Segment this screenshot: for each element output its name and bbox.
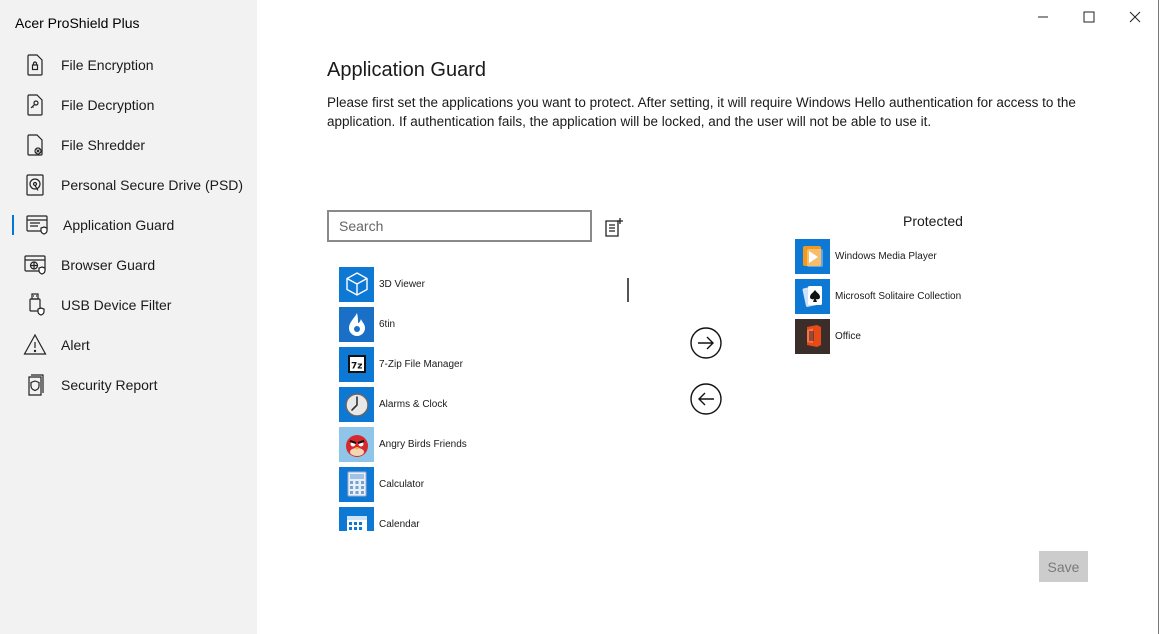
list-item[interactable]: Calculator xyxy=(339,464,599,504)
sidebar-item-label: File Shredder xyxy=(61,137,146,153)
list-item[interactable]: Angry Birds Friends xyxy=(339,424,599,464)
sidebar-item-label: Personal Secure Drive (PSD) xyxy=(61,177,244,193)
usb-icon xyxy=(22,292,48,318)
svg-text:7z: 7z xyxy=(351,362,363,372)
sidebar: Acer ProShield Plus File Encryption File… xyxy=(0,0,257,634)
save-button[interactable]: Save xyxy=(1039,551,1088,582)
calendar-icon xyxy=(339,506,374,531)
protected-list-item[interactable]: Microsoft Solitaire Collection xyxy=(795,276,1095,316)
protected-list: Windows Media Player Microsoft Solitaire… xyxy=(795,236,1095,356)
office-icon xyxy=(795,318,830,354)
app-list-scrollbar[interactable] xyxy=(627,278,629,302)
security-report-icon xyxy=(22,372,48,398)
minimize-icon xyxy=(1038,16,1048,18)
close-button[interactable] xyxy=(1112,0,1158,34)
app-title: Acer ProShield Plus xyxy=(15,15,140,31)
sidebar-item-alert[interactable]: Alert xyxy=(0,325,257,365)
list-item[interactable]: 3D Viewer xyxy=(339,264,599,304)
sidebar-item-label: Alert xyxy=(61,337,90,353)
maximize-icon xyxy=(1083,11,1095,23)
secure-drive-icon xyxy=(22,172,48,198)
sidebar-item-label: USB Device Filter xyxy=(61,297,172,313)
list-item[interactable]: Calendar xyxy=(339,504,599,531)
protected-title: Protected xyxy=(903,213,963,229)
list-item[interactable]: 7z 7-Zip File Manager xyxy=(339,344,599,384)
sidebar-item-browser-guard[interactable]: Browser Guard xyxy=(0,245,257,285)
search-input[interactable] xyxy=(327,210,592,242)
arrow-right-icon xyxy=(690,327,722,359)
sidebar-item-usb-device-filter[interactable]: USB Device Filter xyxy=(0,285,257,325)
list-item[interactable]: Alarms & Clock xyxy=(339,384,599,424)
sidebar-item-label: File Encryption xyxy=(61,57,154,73)
sidebar-item-label: Browser Guard xyxy=(61,257,156,273)
add-to-protected-button[interactable] xyxy=(689,326,723,360)
add-list-icon xyxy=(605,218,623,237)
list-item[interactable]: 6tin xyxy=(339,304,599,344)
app-list: 3D Viewer 6tin 7z 7-Zip File Manager Ala… xyxy=(339,264,599,531)
page-title: Application Guard xyxy=(327,59,486,81)
sidebar-item-label: Application Guard xyxy=(63,217,175,233)
sidebar-item-application-guard[interactable]: Application Guard xyxy=(0,205,257,245)
file-lock-icon xyxy=(22,52,48,78)
alert-icon xyxy=(22,332,48,358)
app-guard-icon xyxy=(24,212,50,238)
protected-list-item[interactable]: Windows Media Player xyxy=(795,236,1095,276)
maximize-button[interactable] xyxy=(1066,0,1112,34)
file-shred-icon xyxy=(22,132,48,158)
close-icon xyxy=(1129,11,1141,23)
media-player-icon xyxy=(795,238,830,274)
sidebar-item-psd[interactable]: Personal Secure Drive (PSD) xyxy=(0,165,257,205)
list-view-button[interactable] xyxy=(601,214,627,240)
angry-birds-icon xyxy=(339,426,374,462)
sidebar-item-file-encryption[interactable]: File Encryption xyxy=(0,45,257,85)
sidebar-item-file-shredder[interactable]: File Shredder xyxy=(0,125,257,165)
sidebar-item-security-report[interactable]: Security Report xyxy=(0,365,257,405)
file-key-icon xyxy=(22,92,48,118)
solitaire-icon xyxy=(795,278,830,314)
remove-from-protected-button[interactable] xyxy=(689,382,723,416)
sidebar-nav: File Encryption File Decryption File Shr… xyxy=(0,45,257,405)
sidebar-item-label: File Decryption xyxy=(61,97,155,113)
calculator-icon xyxy=(339,466,374,502)
minimize-button[interactable] xyxy=(1020,0,1066,34)
browser-guard-icon xyxy=(22,252,48,278)
protected-list-item[interactable]: Office xyxy=(795,316,1095,356)
alarm-clock-icon xyxy=(339,386,374,422)
sidebar-item-label: Security Report xyxy=(61,377,158,393)
sidebar-item-file-decryption[interactable]: File Decryption xyxy=(0,85,257,125)
3d-viewer-icon xyxy=(339,266,374,302)
6tin-icon xyxy=(339,306,374,342)
page-description: Please first set the applications you wa… xyxy=(327,95,1076,129)
arrow-left-icon xyxy=(690,383,722,415)
7zip-icon: 7z xyxy=(339,346,374,382)
